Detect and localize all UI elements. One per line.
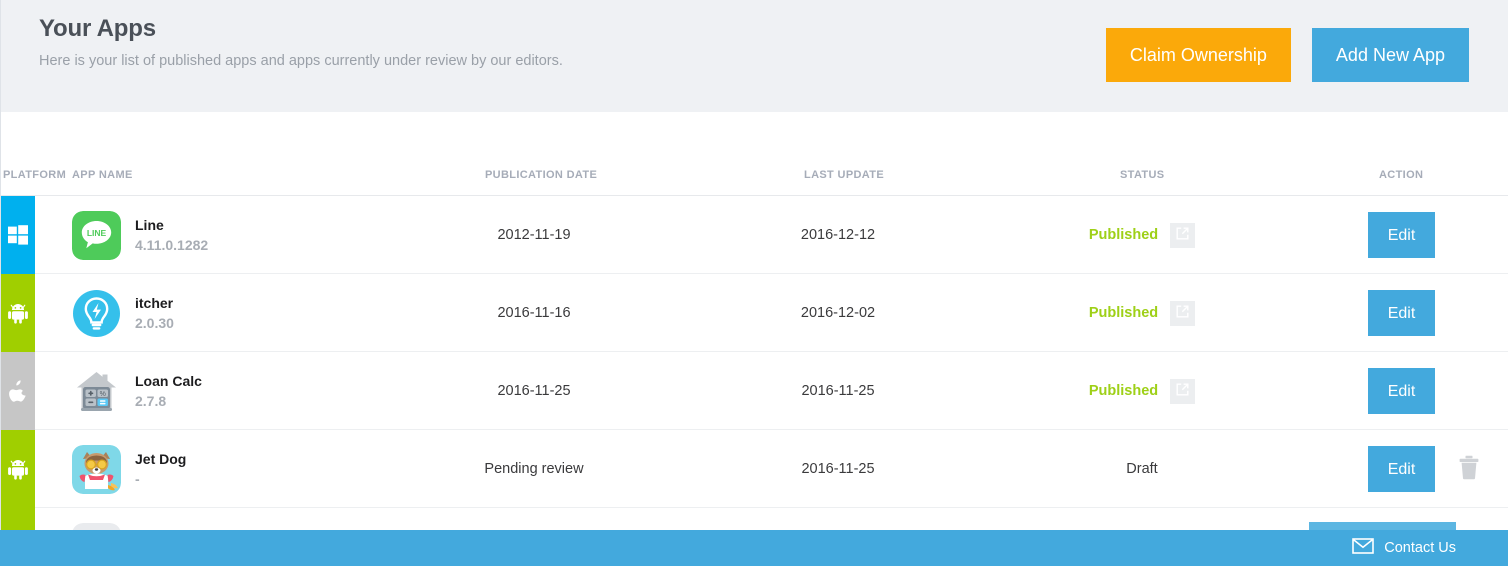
column-header-app-name: APP NAME [72, 169, 133, 181]
table-row: itcher 2.0.30 2016-11-16 2016-12-02 Publishe… [1, 274, 1508, 352]
open-external-link-button[interactable] [1170, 300, 1196, 326]
column-header-action: ACTION [1379, 169, 1424, 181]
contact-us-button[interactable]: Contact Us [1352, 530, 1456, 566]
loan-calc-app-icon: % [72, 367, 121, 416]
external-link-icon [1176, 383, 1189, 399]
page-subtitle: Here is your list of published apps and … [39, 53, 563, 69]
page-header: Your Apps Here is your list of published… [0, 0, 1508, 112]
edit-button[interactable]: Edit [1368, 212, 1435, 258]
contact-tab-accent [1309, 522, 1456, 530]
contact-us-label: Contact Us [1384, 540, 1456, 556]
app-name: Loan Calc [135, 372, 202, 389]
claim-ownership-button[interactable]: Claim Ownership [1105, 28, 1291, 82]
table-row: % Loan Calc 2.7.8 2016-11-25 2016-11-25 Publi… [1, 352, 1508, 430]
delete-button[interactable] [1457, 455, 1481, 483]
android-icon [8, 302, 28, 324]
app-cell: itcher 2.0.30 [72, 274, 174, 352]
svg-text:LINE: LINE [87, 228, 107, 238]
external-link-icon [1176, 305, 1189, 321]
table-header-row: PLATFORM APP NAME PUBLICATION DATE LAST … [1, 112, 1508, 196]
app-cell: LINE Line 4.11.0.1282 [72, 196, 208, 274]
app-version: 4.11.0.1282 [135, 236, 209, 253]
platform-badge-android [1, 274, 35, 352]
status-badge: Published [1088, 227, 1159, 243]
platform-badge-windows [1, 196, 35, 274]
app-cell: % Loan Calc 2.7.8 [72, 352, 202, 430]
header-actions: Claim Ownership Add New App [1105, 28, 1469, 82]
app-version: 2.7.8 [135, 392, 167, 409]
app-cell: Jet Dog - [72, 430, 186, 508]
app-name: Jet Dog [135, 450, 187, 467]
apps-table: PLATFORM APP NAME PUBLICATION DATE LAST … [0, 112, 1508, 566]
open-external-link-button[interactable] [1170, 222, 1196, 248]
last-update-cell: 2016-11-25 [801, 461, 875, 477]
status-badge: Published [1088, 383, 1159, 399]
column-header-status: STATUS [1120, 169, 1165, 181]
app-meta: itcher 2.0.30 [135, 295, 174, 332]
svg-text:%: % [100, 390, 106, 397]
publication-date-cell: 2016-11-16 [497, 305, 571, 321]
action-cell: Edit [1301, 430, 1508, 508]
page-title: Your Apps [39, 15, 156, 42]
app-version: 2.0.30 [135, 314, 174, 331]
action-cell: Edit [1301, 274, 1508, 352]
edit-button[interactable]: Edit [1368, 290, 1435, 336]
publication-date-cell: 2012-11-19 [497, 227, 571, 243]
edit-button[interactable]: Edit [1368, 446, 1435, 492]
itcher-app-icon [72, 289, 121, 338]
external-link-icon [1176, 227, 1189, 243]
app-name: Line [135, 216, 164, 233]
status-badge: Draft [1126, 461, 1158, 477]
app-meta: Jet Dog - [135, 451, 186, 488]
edit-button[interactable]: Edit [1368, 368, 1435, 414]
status-cell: Draft [1021, 430, 1263, 508]
table-body: LINE Line 4.11.0.1282 2012-11-19 2016-12-12 P… [1, 196, 1508, 566]
trash-icon [1458, 455, 1480, 483]
column-header-platform: PLATFORM [3, 169, 67, 181]
status-badge: Published [1088, 305, 1159, 321]
jet-dog-app-icon [72, 444, 121, 494]
status-cell: Published [1021, 196, 1263, 274]
status-cell: Published [1021, 274, 1263, 352]
last-update-cell: 2016-12-02 [800, 305, 876, 321]
status-cell: Published [1021, 352, 1263, 430]
android-icon [8, 458, 28, 480]
windows-icon [8, 225, 28, 245]
last-update-cell: 2016-12-12 [800, 227, 876, 243]
table-row: LINE Line 4.11.0.1282 2012-11-19 2016-12-12 P… [1, 196, 1508, 274]
app-meta: Loan Calc 2.7.8 [135, 373, 202, 410]
add-new-app-button[interactable]: Add New App [1311, 28, 1469, 82]
table-row: Jet Dog - Pending review 2016-11-25 Draft Edi… [1, 430, 1508, 508]
action-cell: Edit [1301, 196, 1508, 274]
app-version: - [135, 470, 140, 487]
contact-bar: Contact Us [0, 522, 1508, 566]
app-meta: Line 4.11.0.1282 [135, 217, 208, 254]
apple-icon [9, 380, 27, 402]
platform-badge-android [1, 430, 35, 508]
envelope-icon [1352, 537, 1375, 559]
last-update-cell: 2016-11-25 [801, 383, 875, 399]
publication-date-cell: Pending review [484, 461, 584, 477]
open-external-link-button[interactable] [1170, 378, 1196, 404]
your-apps-page: Your Apps Here is your list of published… [0, 0, 1508, 566]
column-header-publication-date: PUBLICATION DATE [485, 169, 598, 181]
header-text-block: Your Apps Here is your list of published… [39, 14, 563, 71]
platform-badge-apple [1, 352, 35, 430]
column-header-last-update: LAST UPDATE [804, 169, 885, 181]
app-name: itcher [135, 294, 174, 311]
action-cell: Edit [1301, 352, 1508, 430]
line-app-icon: LINE [72, 210, 121, 260]
publication-date-cell: 2016-11-25 [497, 383, 571, 399]
